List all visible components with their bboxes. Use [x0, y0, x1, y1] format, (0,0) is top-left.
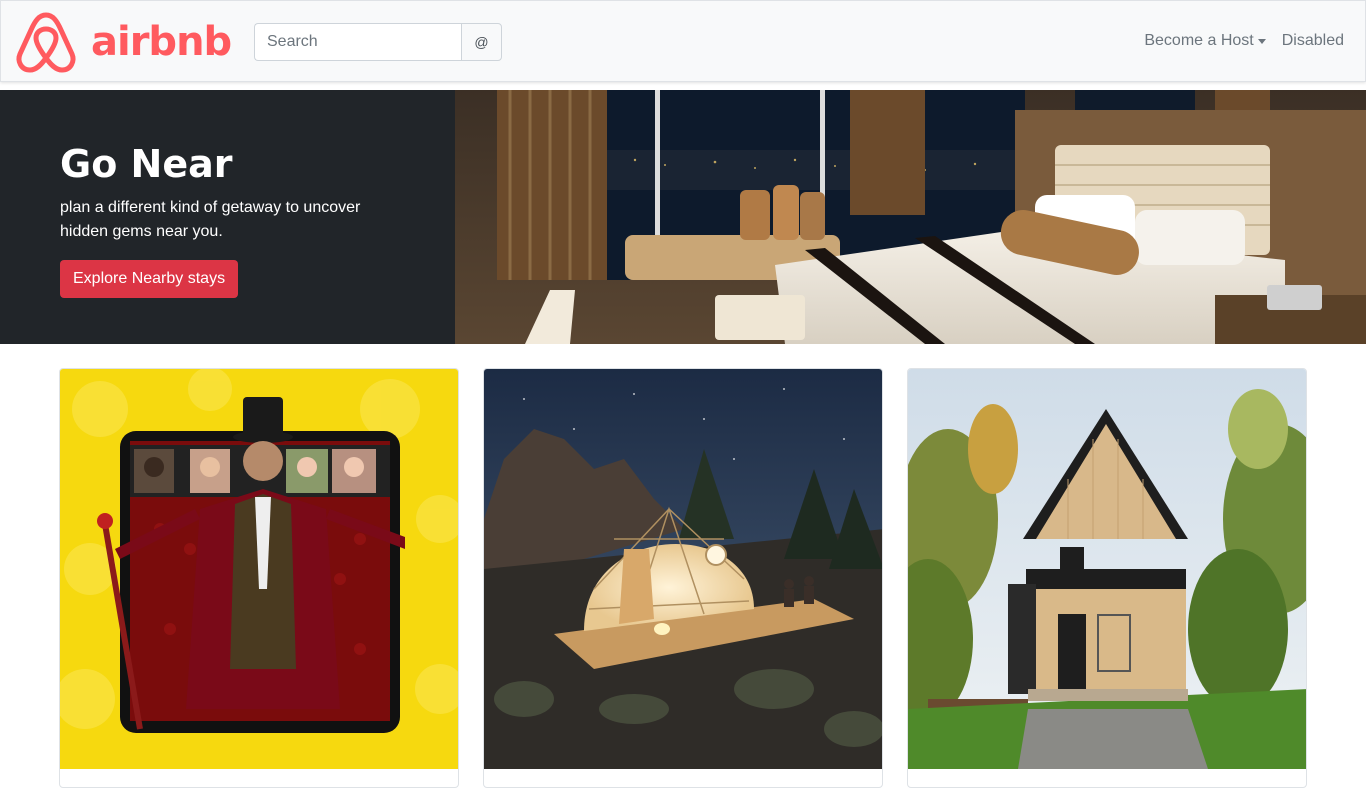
- hero-title: Go Near: [60, 142, 233, 186]
- navbar: airbnb @ Become a Host Disabled: [0, 0, 1366, 82]
- caret-down-icon: [1257, 38, 1266, 44]
- brand-name: airbnb: [91, 19, 232, 65]
- hero-section: Go Near plan a different kind of getaway…: [0, 90, 1366, 344]
- brand-link[interactable]: airbnb: [13, 9, 232, 75]
- card-online-experience[interactable]: [59, 368, 459, 788]
- hero-text: Go Near plan a different kind of getaway…: [60, 142, 390, 298]
- search-input[interactable]: [254, 23, 461, 61]
- card-image-a-frame-cabin: [908, 369, 1306, 769]
- card-image-ringmaster: [60, 369, 458, 769]
- disabled-link: Disabled: [1281, 32, 1344, 49]
- card-image-dome-tent: [484, 369, 882, 769]
- nav-links: Become a Host Disabled: [1144, 32, 1344, 50]
- search-group: @: [254, 23, 502, 61]
- hero-image: [455, 90, 1366, 344]
- become-host-label: Become a Host: [1144, 32, 1254, 49]
- card-cabin-stay[interactable]: [907, 368, 1307, 788]
- card-dome-stay[interactable]: [483, 368, 883, 788]
- become-host-dropdown[interactable]: Become a Host: [1144, 32, 1266, 50]
- search-at-button[interactable]: @: [461, 23, 502, 61]
- hero-subtitle: plan a different kind of getaway to unco…: [60, 199, 361, 240]
- explore-nearby-button[interactable]: Explore Nearby stays: [60, 260, 239, 298]
- airbnb-logo-icon: [13, 9, 79, 75]
